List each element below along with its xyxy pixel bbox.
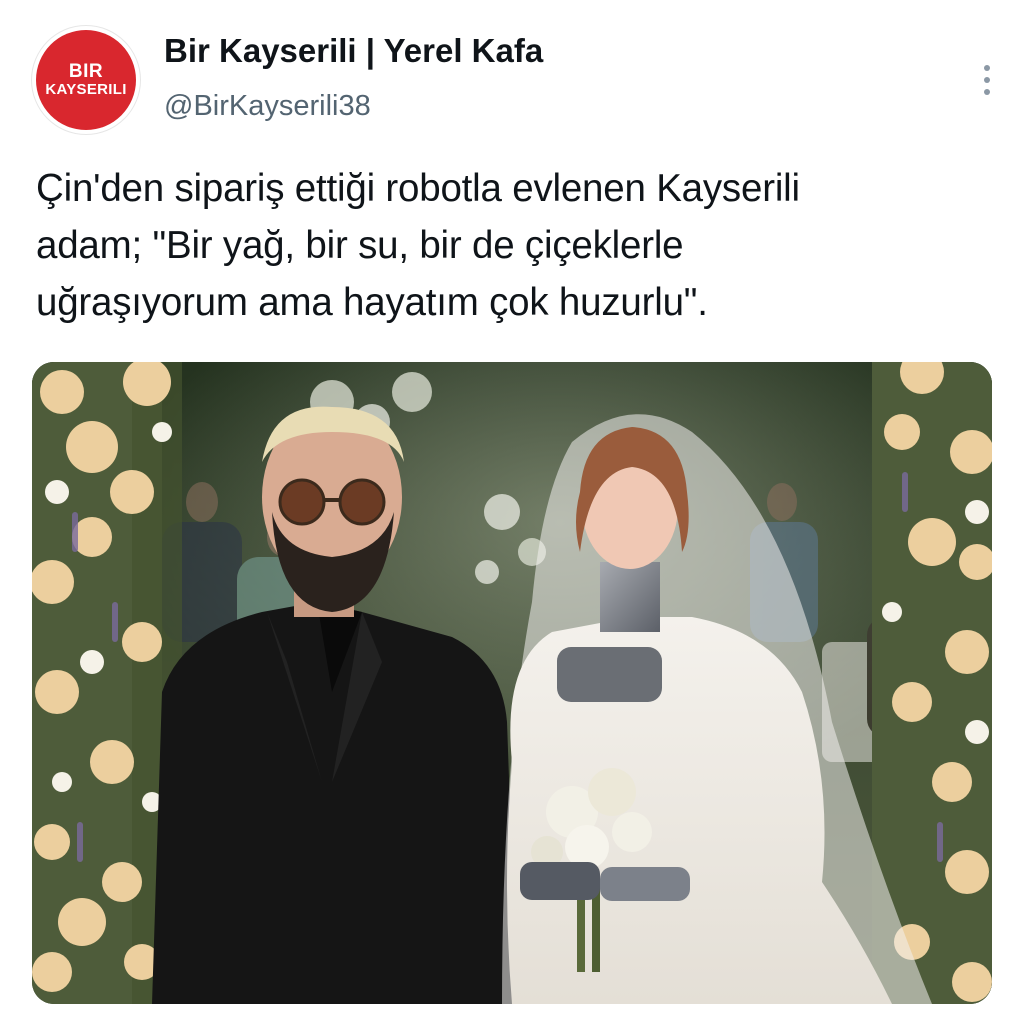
avatar-logo-line2: KAYSERILI bbox=[45, 81, 127, 99]
avatar-logo: BIR KAYSERILI bbox=[36, 30, 136, 130]
more-vertical-icon-dot bbox=[984, 77, 990, 83]
more-options-button[interactable] bbox=[970, 56, 1004, 104]
post-text-line: Çin'den sipariş ettiği robotla evlenen K… bbox=[36, 167, 800, 210]
avatar-logo-line1: BIR bbox=[68, 61, 104, 83]
post-text: Çin'den sipariş ettiği robotla evlenen K… bbox=[36, 160, 996, 331]
more-vertical-icon bbox=[984, 65, 990, 71]
post-text-line: uğraşıyorum ama hayatım çok huzurlu". bbox=[36, 281, 708, 324]
avatar[interactable]: BIR KAYSERILI bbox=[32, 26, 140, 134]
wedding-photo bbox=[32, 362, 992, 1004]
author-handle[interactable]: @BirKayserili38 bbox=[164, 90, 371, 123]
more-vertical-icon-dot bbox=[984, 89, 990, 95]
post-text-line: adam; "Bir yağ, bir su, bir de çiçeklerl… bbox=[36, 224, 684, 267]
author-display-name[interactable]: Bir Kayserili | Yerel Kafa bbox=[164, 32, 543, 70]
post-media-image[interactable] bbox=[32, 362, 992, 1004]
